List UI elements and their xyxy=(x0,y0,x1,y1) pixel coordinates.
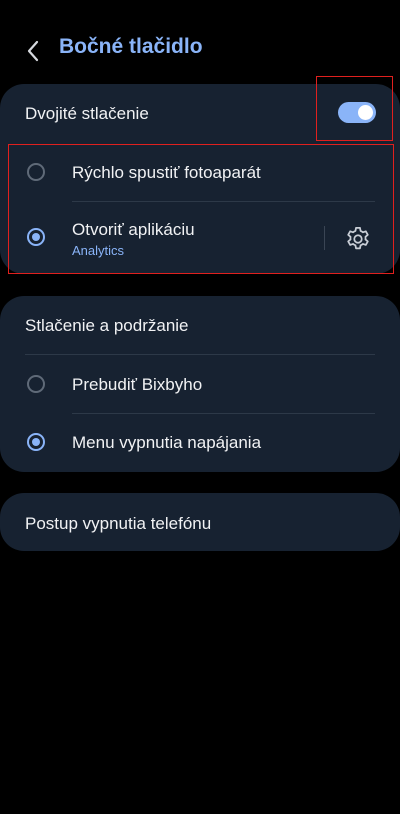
power-off-procedure-label: Postup vypnutia telefónu xyxy=(25,514,212,533)
side-button-settings-screen: Bočné tlačidlo Dvojité stlačenie Rýchlo … xyxy=(0,0,400,814)
option-label: Prebudiť Bixbyho xyxy=(72,375,203,394)
divider xyxy=(72,413,375,414)
radio-wake-bixby[interactable] xyxy=(27,375,45,393)
highlight-box-toggle xyxy=(316,76,393,141)
option-label: Menu vypnutia napájania xyxy=(72,433,262,452)
radio-power-off-menu[interactable] xyxy=(27,433,45,451)
page-title: Bočné tlačidlo xyxy=(59,35,203,58)
highlight-box-options xyxy=(8,144,394,274)
double-press-label: Dvojité stlačenie xyxy=(25,104,149,123)
press-and-hold-label: Stlačenie a podržanie xyxy=(25,316,189,335)
chevron-left-icon xyxy=(27,40,39,62)
divider xyxy=(25,354,375,355)
back-button[interactable] xyxy=(18,36,48,66)
